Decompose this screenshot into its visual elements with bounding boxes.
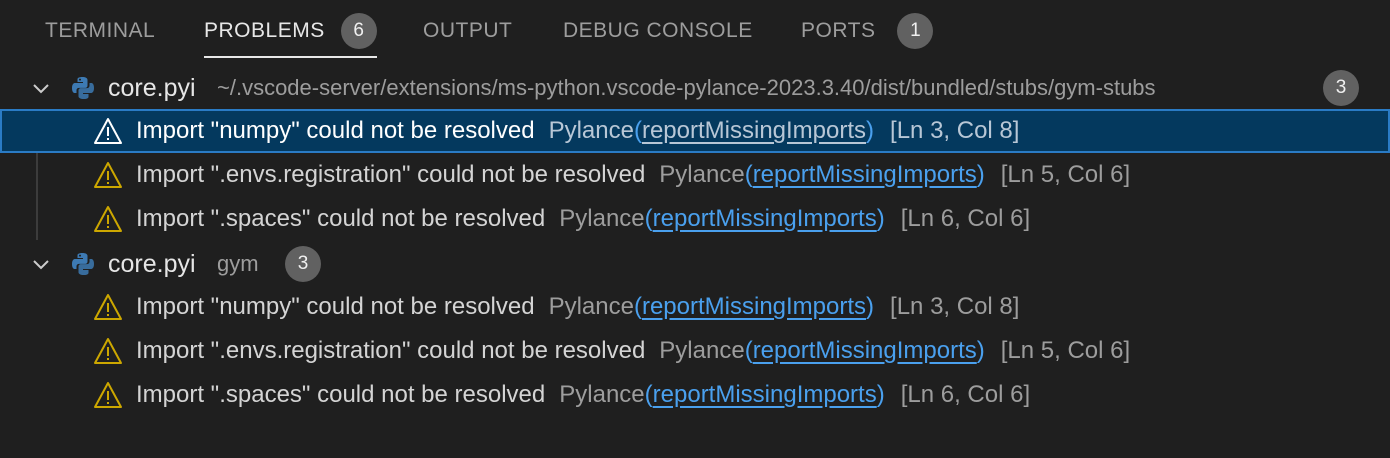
problem-source: Pylance	[548, 293, 634, 320]
file-path: gym	[217, 251, 259, 276]
problem-item[interactable]: Import ".spaces" could not be resolved P…	[0, 197, 1390, 241]
problem-message: Import ".envs.registration" could not be…	[136, 161, 646, 188]
problem-position: [Ln 5, Col 6]	[1000, 161, 1131, 188]
problem-position: [Ln 6, Col 6]	[900, 381, 1031, 408]
problem-code-link[interactable]: reportMissingImports	[642, 293, 866, 320]
python-icon	[72, 77, 94, 99]
problem-item[interactable]: Import ".envs.registration" could not be…	[0, 329, 1390, 373]
problem-item[interactable]: Import "numpy" could not be resolved Pyl…	[0, 109, 1390, 153]
problem-code: (reportMissingImports)	[633, 117, 875, 144]
problem-details: Import ".spaces" could not be resolved P…	[136, 381, 1030, 409]
tab-problems-label: PROBLEMS	[204, 19, 325, 42]
tab-debug-console[interactable]: DEBUG CONSOLE	[563, 0, 753, 62]
problem-source: Pylance	[559, 205, 645, 232]
problem-message: Import "numpy" could not be resolved	[136, 117, 535, 144]
problem-details: Import "numpy" could not be resolved Pyl…	[136, 117, 1019, 145]
problem-details: Import "numpy" could not be resolved Pyl…	[136, 293, 1019, 321]
tab-terminal[interactable]: TERMINAL	[45, 0, 155, 62]
file-name: core.pyi	[108, 73, 196, 102]
problem-code: (reportMissingImports)	[644, 381, 885, 408]
problem-position: [Ln 3, Col 8]	[890, 293, 1020, 320]
problem-code-link[interactable]: reportMissingImports	[653, 381, 877, 408]
problem-code-link[interactable]: reportMissingImports	[753, 161, 977, 188]
tab-terminal-label: TERMINAL	[45, 19, 156, 42]
warning-icon	[94, 294, 122, 320]
problem-item[interactable]: Import ".envs.registration" could not be…	[0, 153, 1390, 197]
warning-icon	[94, 206, 122, 232]
ports-count-badge: 1	[897, 13, 934, 49]
problem-message: Import ".spaces" could not be resolved	[136, 205, 546, 232]
problem-code: (reportMissingImports)	[744, 337, 985, 364]
problem-code: (reportMissingImports)	[644, 205, 885, 232]
problem-source: Pylance	[659, 337, 745, 364]
python-icon	[72, 253, 94, 275]
problem-code: (reportMissingImports)	[633, 293, 875, 320]
problem-position: [Ln 3, Col 8]	[890, 117, 1020, 144]
problem-source: Pylance	[548, 117, 634, 144]
file-name: core.pyi	[108, 249, 196, 278]
file-path: ~/.vscode-server/extensions/ms-python.vs…	[217, 75, 1156, 100]
problem-message: Import "numpy" could not be resolved	[136, 293, 535, 320]
tab-debug-console-label: DEBUG CONSOLE	[563, 19, 753, 42]
problem-code-link[interactable]: reportMissingImports	[753, 337, 977, 364]
file-group-header[interactable]: core.pyi gym 3	[0, 242, 1390, 286]
warning-icon	[94, 118, 122, 144]
problem-message: Import ".envs.registration" could not be…	[136, 337, 646, 364]
file-problem-count: 3	[285, 246, 321, 282]
problem-item[interactable]: Import "numpy" could not be resolved Pyl…	[0, 285, 1390, 329]
problem-code-link[interactable]: reportMissingImports	[642, 117, 866, 144]
problem-details: Import ".envs.registration" could not be…	[136, 337, 1130, 365]
problem-code: (reportMissingImports)	[744, 161, 985, 188]
tab-problems[interactable]: PROBLEMS 6	[204, 0, 377, 62]
problem-message: Import ".spaces" could not be resolved	[136, 381, 546, 408]
file-group-header[interactable]: core.pyi ~/.vscode-server/extensions/ms-…	[0, 66, 1390, 110]
problem-item[interactable]: Import ".spaces" could not be resolved P…	[0, 373, 1390, 417]
problems-count-badge: 6	[340, 13, 377, 49]
panel-tab-bar: TERMINAL PROBLEMS 6 OUTPUT DEBUG CONSOLE…	[0, 0, 1390, 62]
tab-ports-label: PORTS	[801, 19, 876, 42]
problem-details: Import ".spaces" could not be resolved P…	[136, 205, 1030, 233]
tab-output[interactable]: OUTPUT	[423, 0, 512, 62]
tab-ports[interactable]: PORTS 1	[801, 0, 934, 62]
warning-icon	[94, 162, 122, 188]
problem-position: [Ln 6, Col 6]	[900, 205, 1031, 232]
problem-source: Pylance	[659, 161, 745, 188]
tab-output-label: OUTPUT	[423, 19, 513, 42]
chevron-down-icon[interactable]	[30, 253, 52, 275]
chevron-down-icon[interactable]	[30, 77, 52, 99]
problem-position: [Ln 5, Col 6]	[1000, 337, 1131, 364]
problem-source: Pylance	[559, 381, 645, 408]
file-problem-count: 3	[1323, 70, 1359, 106]
warning-icon	[94, 382, 122, 408]
problem-details: Import ".envs.registration" could not be…	[136, 161, 1130, 189]
warning-icon	[94, 338, 122, 364]
problem-code-link[interactable]: reportMissingImports	[653, 205, 877, 232]
